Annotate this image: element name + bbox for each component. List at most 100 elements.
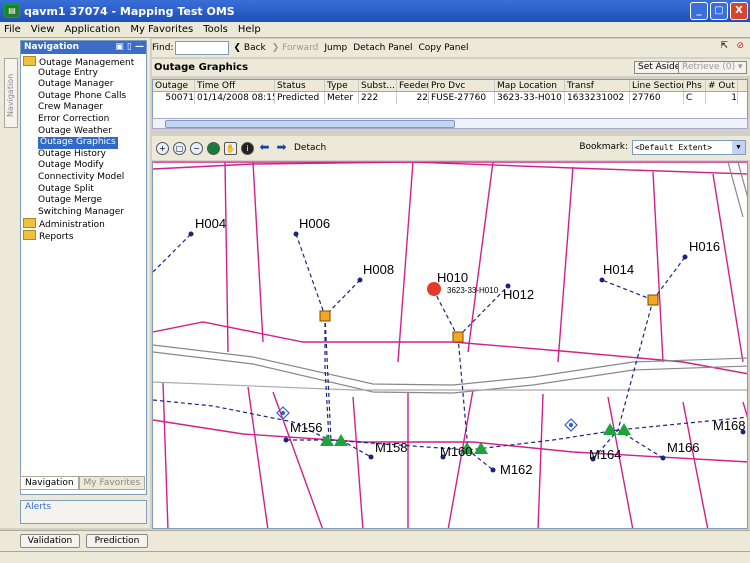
oms-icon: ▤: [4, 4, 20, 18]
parcel-lines: [153, 162, 747, 528]
nav-tree-item[interactable]: Switching Manager: [23, 207, 146, 219]
map-location-label: 3623-33-H010: [447, 286, 499, 295]
menu-view[interactable]: View: [31, 24, 55, 35]
forward-button[interactable]: ❯ Forward: [272, 43, 319, 53]
navigation-panel: Navigation ▣ ▯ — Outage Management Outage…: [20, 40, 147, 495]
map-labels: H004 H006 H008 H010 H012 H014 H016 M156 …: [195, 216, 746, 477]
column-header[interactable]: Outage: [153, 80, 195, 91]
chevron-down-icon[interactable]: ▼: [732, 141, 745, 154]
retrieve-button[interactable]: Retrieve (0) ▾: [678, 61, 747, 74]
column-header[interactable]: Type: [325, 80, 359, 91]
nav-tree-item[interactable]: Outage Graphics: [23, 137, 146, 149]
column-header[interactable]: Time Off: [195, 80, 275, 91]
map-label: H004: [195, 216, 226, 231]
transformer-symbols: [319, 294, 659, 343]
map-label: M164: [589, 447, 622, 462]
table-header-row: Outage Time Off Status Type Subst... Feeder Pr…: [153, 80, 747, 92]
panel-controls-icon[interactable]: ▣ ▯ —: [115, 41, 144, 54]
menu-application[interactable]: Application: [64, 24, 120, 35]
map-canvas[interactable]: H004 H006 H008 H010 H012 H014 H016 M156 …: [152, 161, 748, 529]
nav-tree-item[interactable]: Error Correction: [23, 114, 146, 126]
maximize-button[interactable]: ▢: [710, 2, 728, 20]
menu-help[interactable]: Help: [238, 24, 261, 35]
menu-bar: File View Application My Favorites Tools…: [0, 22, 750, 38]
table-cell: 1633231002: [565, 92, 630, 104]
tab-my-favorites[interactable]: My Favorites: [78, 476, 146, 490]
column-header[interactable]: Feeder: [397, 80, 429, 91]
nav-tree-item[interactable]: Outage Modify: [23, 160, 146, 172]
globe-icon[interactable]: [207, 141, 220, 155]
map-label: H016: [689, 239, 720, 254]
map-label: H008: [363, 262, 394, 277]
zoom-out-icon[interactable]: −: [190, 141, 203, 155]
copy-panel-button[interactable]: Copy Panel: [419, 43, 469, 53]
nav-tree-item[interactable]: Connectivity Model: [23, 172, 146, 184]
column-header[interactable]: Status: [275, 80, 325, 91]
forward-arrow-icon[interactable]: ➡: [275, 141, 288, 155]
horizontal-scrollbar[interactable]: [152, 118, 748, 129]
zoom-in-icon[interactable]: +: [156, 141, 169, 155]
side-tab-navigation[interactable]: Navigation: [4, 58, 18, 128]
column-header[interactable]: Subst...: [359, 80, 397, 91]
map-label: H014: [603, 262, 634, 277]
column-header[interactable]: Phs: [684, 80, 706, 91]
map-svg: H004 H006 H008 H010 H012 H014 H016 M156 …: [153, 162, 747, 528]
page-title: Outage Graphics: [154, 62, 249, 73]
nav-tree-item[interactable]: Outage Manager: [23, 79, 146, 91]
nav-tree-item[interactable]: Outage Merge: [23, 195, 146, 207]
jump-button[interactable]: Jump: [324, 43, 347, 53]
nav-tree-item[interactable]: Crew Manager: [23, 102, 146, 114]
set-aside-button[interactable]: Set Aside: [634, 61, 685, 74]
menu-file[interactable]: File: [4, 24, 21, 35]
nav-tree-item[interactable]: Outage Split: [23, 184, 146, 196]
find-label: Find:: [152, 43, 174, 53]
column-header[interactable]: Transf: [565, 80, 630, 91]
nav-tree-item[interactable]: Administration: [23, 218, 146, 230]
close-button[interactable]: X: [730, 2, 748, 20]
zoom-box-icon[interactable]: ▢: [173, 141, 186, 155]
table-row[interactable]: 5007101/14/2008 08:15:22PredictedMeter22…: [153, 92, 747, 104]
column-header[interactable]: Line Section: [630, 80, 684, 91]
back-arrow-icon[interactable]: ⬅: [258, 141, 271, 155]
column-header[interactable]: # Out: [706, 80, 738, 91]
status-bar: [0, 551, 750, 563]
nav-tree-item[interactable]: Outage Weather: [23, 126, 146, 138]
table-cell: C: [684, 92, 706, 104]
bottom-bar: Validation Prediction: [0, 530, 750, 563]
cursor-select-icon[interactable]: ⇱: [720, 41, 728, 51]
pan-hand-icon[interactable]: ✋: [224, 141, 237, 155]
column-header[interactable]: Pro Dvc: [429, 80, 495, 91]
nav-tree-item[interactable]: Outage History: [23, 149, 146, 161]
nav-tree-item[interactable]: Outage Phone Calls: [23, 91, 146, 103]
table-cell: 50071: [153, 92, 195, 104]
bookmark-select[interactable]: <Default Extent> ▼: [632, 140, 746, 155]
outage-table: Outage Time Off Status Type Subst... Feeder Pr…: [152, 79, 748, 119]
nav-tree-item[interactable]: Outage Management: [23, 56, 146, 68]
nav-tree-item[interactable]: Outage Entry: [23, 68, 146, 80]
map-label: M158: [375, 440, 408, 455]
table-cell: 22: [397, 92, 429, 104]
map-label: M166: [667, 440, 700, 455]
navigation-tree: Outage Management Outage Entry Outage Mana…: [21, 54, 146, 242]
info-icon[interactable]: i: [241, 141, 254, 155]
detach-button[interactable]: Detach: [294, 143, 326, 153]
find-input[interactable]: [175, 41, 230, 55]
column-header[interactable]: Map Location: [495, 80, 565, 91]
tab-navigation[interactable]: Navigation: [20, 476, 79, 490]
back-button[interactable]: ❮ Back: [233, 43, 265, 53]
table-cell: 01/14/2008 08:15:22: [195, 92, 275, 104]
menu-tools[interactable]: Tools: [203, 24, 228, 35]
map-toolbar: + ▢ − ✋ i ⬅ ➡ Detach Bookmark: <Default …: [152, 136, 750, 160]
scroll-thumb[interactable]: [165, 120, 455, 128]
menu-my-favorites[interactable]: My Favorites: [130, 24, 193, 35]
table-cell: 3623-33-H010: [495, 92, 565, 104]
map-label: M162: [500, 462, 533, 477]
nav-tree-item[interactable]: Reports: [23, 230, 146, 242]
validation-button[interactable]: Validation: [20, 534, 80, 548]
detach-panel-button[interactable]: Detach Panel: [353, 43, 412, 53]
prediction-button[interactable]: Prediction: [86, 534, 148, 548]
disconnect-icon[interactable]: ⊘: [736, 41, 744, 51]
minimize-button[interactable]: _: [690, 2, 708, 20]
left-column: Navigation Navigation ▣ ▯ — Outage Manag…: [0, 38, 150, 528]
table-cell: 222: [359, 92, 397, 104]
